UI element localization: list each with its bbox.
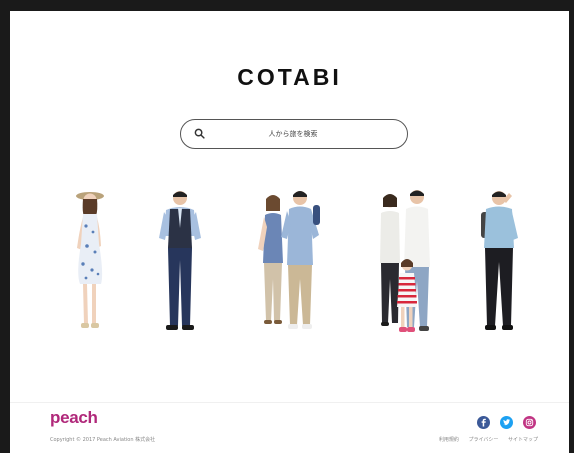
instagram-icon[interactable] xyxy=(523,416,536,429)
search-bar[interactable] xyxy=(180,119,408,149)
person-man-backpack-figure xyxy=(481,191,518,330)
copyright-text: Copyright © 2017 Peach Aviation 株式会社 xyxy=(50,437,156,443)
search-input[interactable] xyxy=(213,124,373,144)
person-couple-figure xyxy=(258,191,320,329)
footer-link-privacy[interactable]: プライバシー xyxy=(468,437,498,443)
person-woman-hat[interactable] xyxy=(68,186,112,336)
person-man-backpack[interactable] xyxy=(476,188,522,338)
person-family-figure xyxy=(380,190,430,332)
person-woman-hat-figure xyxy=(76,192,104,328)
footer-link-terms[interactable]: 利用規約 xyxy=(439,437,459,443)
person-man-vest[interactable] xyxy=(155,188,205,338)
footer-link-sitemap[interactable]: サイトマップ xyxy=(508,437,538,443)
twitter-icon[interactable] xyxy=(500,416,513,429)
footer-links: 利用規約 プライバシー サイトマップ xyxy=(431,436,538,443)
facebook-icon[interactable] xyxy=(477,416,490,429)
footer-divider xyxy=(10,402,569,403)
site-logo[interactable]: COTABI xyxy=(10,64,569,91)
search-icon xyxy=(194,128,205,139)
page: COTABI 人から旅を検索 peach Copyright © 2017 Pe… xyxy=(10,11,569,453)
person-family[interactable] xyxy=(374,189,434,339)
person-couple[interactable] xyxy=(253,187,325,337)
person-man-vest-figure xyxy=(159,191,201,330)
peach-logo[interactable]: peach xyxy=(50,408,98,428)
